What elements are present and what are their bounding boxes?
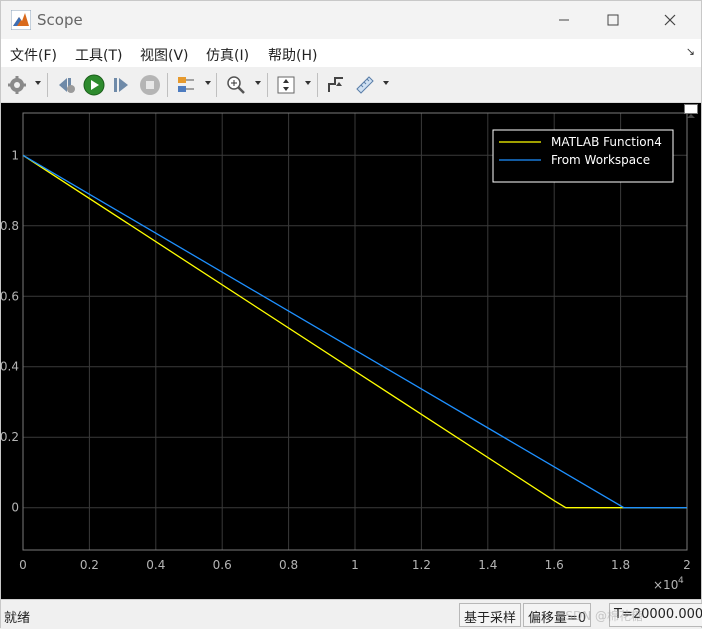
close-button[interactable] <box>647 1 693 39</box>
x-tick-label: 1.6 <box>545 558 564 572</box>
autoscale-icon <box>277 76 295 94</box>
x-exponent-power: 4 <box>678 576 684 586</box>
signal-tools-dropdown-arrow[interactable] <box>205 81 211 85</box>
step-forward-button[interactable] <box>110 73 134 97</box>
expand-toolstrip-button[interactable] <box>684 104 698 118</box>
menu-file[interactable]: 文件(F) <box>10 45 57 65</box>
window-title: Scope <box>37 11 83 29</box>
menu-view[interactable]: 视图(V) <box>140 45 189 65</box>
stop-button[interactable] <box>138 73 162 97</box>
signal-tools-button[interactable] <box>174 73 198 97</box>
status-ready-text: 就绪 <box>4 611 31 626</box>
x-tick-label: 0.6 <box>213 558 232 572</box>
signal-tools-icon <box>178 77 194 92</box>
autoscale-dropdown-arrow[interactable] <box>305 81 311 85</box>
matlab-app-icon <box>11 10 31 30</box>
watermark: CSDN @棉花糖 <box>557 609 644 623</box>
zoom-in-button[interactable] <box>224 73 248 97</box>
scope-plot[interactable]: 0 0.2 0.4 0.6 0.8 1 1.2 1.4 1.6 1.8 2 0 0.2 0.4 0.6 0.8… <box>0 103 701 599</box>
toolbar-separator <box>47 73 48 97</box>
x-tick-label: 2 <box>683 558 691 572</box>
y-tick-label: 0.8 <box>1 219 19 233</box>
toolbar-separator <box>267 73 268 97</box>
toolbar-separator <box>216 73 217 97</box>
status-sample-mode: 基于采样 <box>459 603 522 627</box>
maximize-button[interactable] <box>590 1 636 39</box>
y-tick-label: 0.2 <box>1 430 19 444</box>
x-tick-label: 0.8 <box>279 558 298 572</box>
tick-labels: 0 0.2 0.4 0.6 0.8 1 1.2 1.4 1.6 1.8 2 0 0.2 0.4 0.6 0.8… <box>0 148 691 592</box>
x-tick-label: 0.2 <box>80 558 99 572</box>
minimize-icon <box>559 19 569 21</box>
x-tick-label: 1.4 <box>478 558 497 572</box>
run-icon <box>83 74 105 96</box>
y-tick-label: 0 <box>11 501 19 515</box>
toolbar-separator <box>317 73 318 97</box>
zoom-dropdown-arrow[interactable] <box>255 81 261 85</box>
y-tick-label: 1 <box>11 148 19 162</box>
settings-dropdown-arrow[interactable] <box>35 81 41 85</box>
triggers-button[interactable] <box>324 73 348 97</box>
title-bar: Scope <box>1 1 701 39</box>
plot-panel[interactable]: 0 0.2 0.4 0.6 0.8 1 1.2 1.4 1.6 1.8 2 0 0.2 0.4 0.6 0.8… <box>0 103 701 599</box>
autoscale-button[interactable] <box>274 73 298 97</box>
legend-label: From Workspace <box>551 153 650 167</box>
expand-icon <box>687 114 695 118</box>
measure-dropdown-arrow[interactable] <box>383 81 389 85</box>
menu-help[interactable]: 帮助(H) <box>268 45 317 65</box>
menu-simulation[interactable]: 仿真(I) <box>206 45 249 65</box>
stop-icon <box>140 75 160 95</box>
step-back-button[interactable] <box>54 73 78 97</box>
settings-button[interactable] <box>5 73 29 97</box>
settings-icon <box>8 76 26 94</box>
toolbar-separator <box>167 73 168 97</box>
dock-arrow-icon[interactable]: ↘ <box>686 45 695 58</box>
zoom-in-icon <box>227 76 245 94</box>
x-exponent-label: ×10 <box>653 578 678 592</box>
minimize-button[interactable] <box>541 1 587 39</box>
x-tick-label: 1 <box>351 558 359 572</box>
scope-window: Scope 文件(F) 工具(T) 视图(V) 仿真(I) 帮助(H) ↘ 0 … <box>0 0 702 629</box>
legend[interactable]: MATLAB Function4 From Workspace <box>492 129 674 183</box>
x-tick-label: 1.2 <box>412 558 431 572</box>
menu-tools[interactable]: 工具(T) <box>75 45 122 65</box>
legend-label: MATLAB Function4 <box>551 135 662 149</box>
run-button[interactable] <box>82 73 106 97</box>
toolbar <box>1 67 701 103</box>
cursor-measure-icon <box>356 76 374 94</box>
step-back-icon <box>59 78 75 93</box>
x-tick-label: 0.4 <box>146 558 165 572</box>
maximize-icon <box>607 14 619 26</box>
cursor-measure-button[interactable] <box>353 73 377 97</box>
triggers-icon <box>328 77 343 92</box>
close-icon <box>664 14 676 26</box>
x-tick-label: 0 <box>19 558 27 572</box>
menu-bar: 文件(F) 工具(T) 视图(V) 仿真(I) 帮助(H) ↘ <box>1 39 701 67</box>
step-forward-icon <box>114 78 128 92</box>
x-tick-label: 1.8 <box>611 558 630 572</box>
y-tick-label: 0.4 <box>1 360 19 374</box>
y-tick-label: 0.6 <box>1 289 19 303</box>
